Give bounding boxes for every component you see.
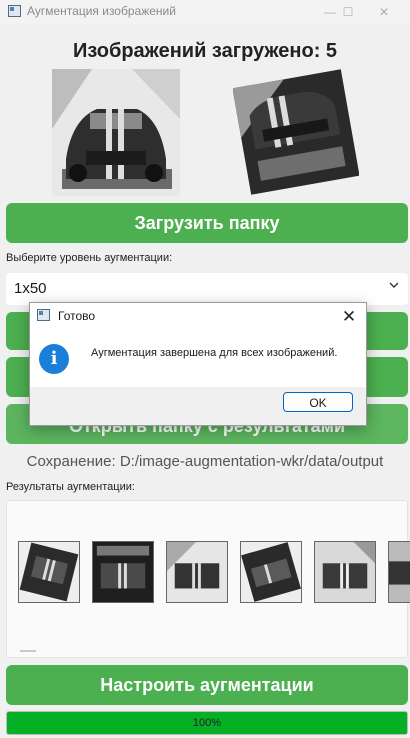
app-window-icon bbox=[8, 5, 21, 17]
progress-bar: 100% bbox=[6, 711, 408, 735]
preview-image-1 bbox=[52, 69, 180, 196]
result-thumbnail[interactable] bbox=[166, 541, 228, 603]
dialog-title: Готово bbox=[58, 309, 96, 323]
augmentation-level-value: 1x50 bbox=[14, 280, 47, 297]
load-folder-button[interactable]: Загрузить папку bbox=[6, 203, 408, 243]
window-title: Аугментация изображений bbox=[27, 4, 176, 18]
close-icon[interactable]: ✕ bbox=[332, 303, 366, 330]
ok-button[interactable]: OK bbox=[283, 392, 353, 412]
close-button[interactable]: ✕ bbox=[368, 0, 400, 24]
images-loaded-heading: Изображений загружено: 5 bbox=[72, 40, 338, 62]
save-path-text: Сохранение: D:/image-augmentation-wkr/da… bbox=[26, 453, 384, 470]
done-dialog: Готово ✕ i Аугментация завершена для все… bbox=[29, 302, 367, 426]
info-icon: i bbox=[39, 344, 69, 374]
dialog-titlebar: Готово ✕ bbox=[30, 303, 366, 330]
app-window-icon bbox=[37, 309, 50, 321]
configure-augmentations-button[interactable]: Настроить аугментации bbox=[6, 665, 408, 705]
dialog-footer: OK bbox=[30, 387, 366, 425]
result-thumbnail[interactable] bbox=[388, 541, 410, 603]
results-scrollbar[interactable] bbox=[20, 650, 36, 652]
chevron-down-icon bbox=[388, 279, 400, 294]
dialog-message: Аугментация завершена для всех изображен… bbox=[91, 347, 338, 359]
results-label: Результаты аугментации: bbox=[6, 481, 135, 493]
dialog-body: i Аугментация завершена для всех изображ… bbox=[30, 330, 366, 387]
augmentation-level-select[interactable]: 1x50 bbox=[6, 273, 408, 305]
result-thumbnail[interactable] bbox=[314, 541, 376, 603]
preview-image-2 bbox=[233, 68, 359, 196]
result-thumbnail[interactable] bbox=[240, 541, 302, 603]
result-thumbnail[interactable] bbox=[92, 541, 154, 603]
progress-text: 100% bbox=[192, 717, 222, 729]
window-titlebar: Аугментация изображений — ☐ ✕ bbox=[0, 0, 410, 24]
maximize-button[interactable]: ☐ bbox=[332, 0, 364, 24]
augmentation-level-label: Выберите уровень аугментации: bbox=[6, 252, 173, 264]
result-thumbnail[interactable] bbox=[18, 541, 80, 603]
